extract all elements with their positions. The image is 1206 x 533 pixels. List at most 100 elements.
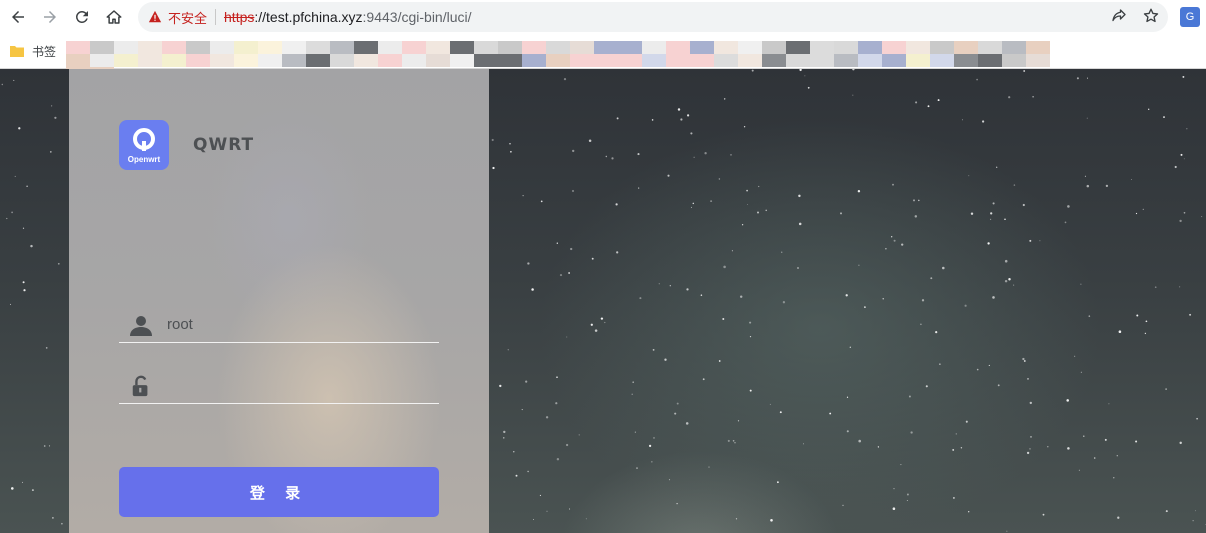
star: [735, 518, 738, 520]
username-field[interactable]: [119, 307, 439, 343]
star: [555, 402, 558, 405]
star: [739, 295, 743, 298]
star: [556, 376, 558, 378]
reload-icon: [75, 10, 88, 23]
star: [927, 105, 930, 108]
star: [31, 489, 34, 492]
star: [804, 75, 806, 77]
star: [1182, 75, 1185, 78]
translate-extension-icon[interactable]: G: [1180, 7, 1200, 27]
share-icon[interactable]: [1110, 7, 1128, 25]
star: [893, 239, 896, 242]
star: [492, 166, 495, 170]
star: [1067, 447, 1070, 450]
home-button[interactable]: [98, 1, 130, 33]
password-input[interactable]: [167, 377, 427, 394]
pixel-block: [762, 41, 786, 54]
star: [54, 116, 57, 119]
star: [722, 318, 725, 320]
star: [491, 138, 494, 142]
star: [1145, 320, 1148, 323]
pixel-block: [738, 54, 762, 67]
star: [718, 178, 721, 180]
star: [1179, 441, 1182, 445]
star: [992, 202, 995, 205]
star: [723, 265, 726, 269]
star: [1105, 184, 1109, 188]
password-field[interactable]: [119, 368, 439, 404]
star: [803, 443, 805, 445]
star: [845, 294, 848, 297]
star: [30, 244, 33, 248]
star: [1130, 179, 1132, 180]
pixel-block: [354, 54, 378, 67]
pixel-block: [762, 54, 786, 67]
star: [770, 519, 773, 522]
unlock-icon: [132, 375, 148, 396]
reload-button[interactable]: [66, 1, 98, 33]
star: [892, 183, 894, 186]
star: [751, 69, 754, 72]
pixel-block: [474, 41, 498, 54]
star: [1093, 457, 1096, 459]
star: [1196, 417, 1198, 420]
star: [668, 479, 671, 481]
star: [1083, 435, 1085, 437]
star: [13, 79, 15, 81]
star: [611, 157, 614, 160]
star: [9, 303, 12, 305]
pixel-block: [306, 41, 330, 54]
login-button[interactable]: 登 录: [119, 467, 439, 517]
star: [1066, 399, 1069, 402]
back-button[interactable]: [2, 1, 34, 33]
pixel-block: [258, 54, 282, 67]
bookmark-star-icon[interactable]: [1142, 7, 1160, 25]
star: [1086, 117, 1088, 119]
pixel-block: [162, 54, 186, 67]
star: [1174, 165, 1177, 169]
star: [777, 481, 779, 484]
star: [531, 288, 534, 291]
pixel-block: [906, 54, 930, 67]
star: [503, 437, 505, 439]
star: [525, 380, 528, 383]
pixel-block: [810, 54, 834, 67]
bookmarks-folder-label[interactable]: 书签: [32, 43, 56, 60]
security-indicator[interactable]: 不安全: [148, 8, 207, 27]
pixel-block: [570, 41, 594, 54]
pixel-block: [522, 41, 546, 54]
star: [807, 86, 810, 89]
star: [925, 385, 928, 388]
star: [1195, 510, 1197, 512]
username-input[interactable]: [167, 316, 427, 333]
forward-button[interactable]: [34, 1, 66, 33]
star: [1013, 184, 1016, 186]
url-text[interactable]: https://test.pfchina.xyz:9443/cgi-bin/lu…: [224, 9, 471, 25]
star: [704, 152, 707, 155]
star: [1192, 520, 1194, 522]
star: [510, 150, 512, 153]
star: [1030, 436, 1032, 438]
star: [615, 203, 618, 206]
star: [57, 262, 60, 265]
pixel-block: [186, 54, 210, 67]
pixel-block: [378, 54, 402, 67]
star: [741, 224, 744, 226]
pixel-block: [114, 41, 138, 54]
pixel-block: [858, 54, 882, 67]
star: [616, 251, 619, 254]
pixel-block: [906, 41, 930, 54]
star: [779, 411, 782, 414]
pixel-block: [978, 41, 1002, 54]
star: [559, 274, 563, 277]
star: [1086, 77, 1089, 79]
star: [829, 412, 832, 415]
openwrt-power-icon: [133, 128, 155, 151]
address-bar[interactable]: 不安全 https://test.pfchina.xyz:9443/cgi-bi…: [138, 2, 1168, 32]
star: [857, 189, 861, 193]
star: [747, 204, 748, 206]
star: [540, 200, 543, 203]
url-scheme: https: [224, 9, 255, 25]
star: [990, 212, 993, 215]
pixel-block: [90, 41, 114, 54]
